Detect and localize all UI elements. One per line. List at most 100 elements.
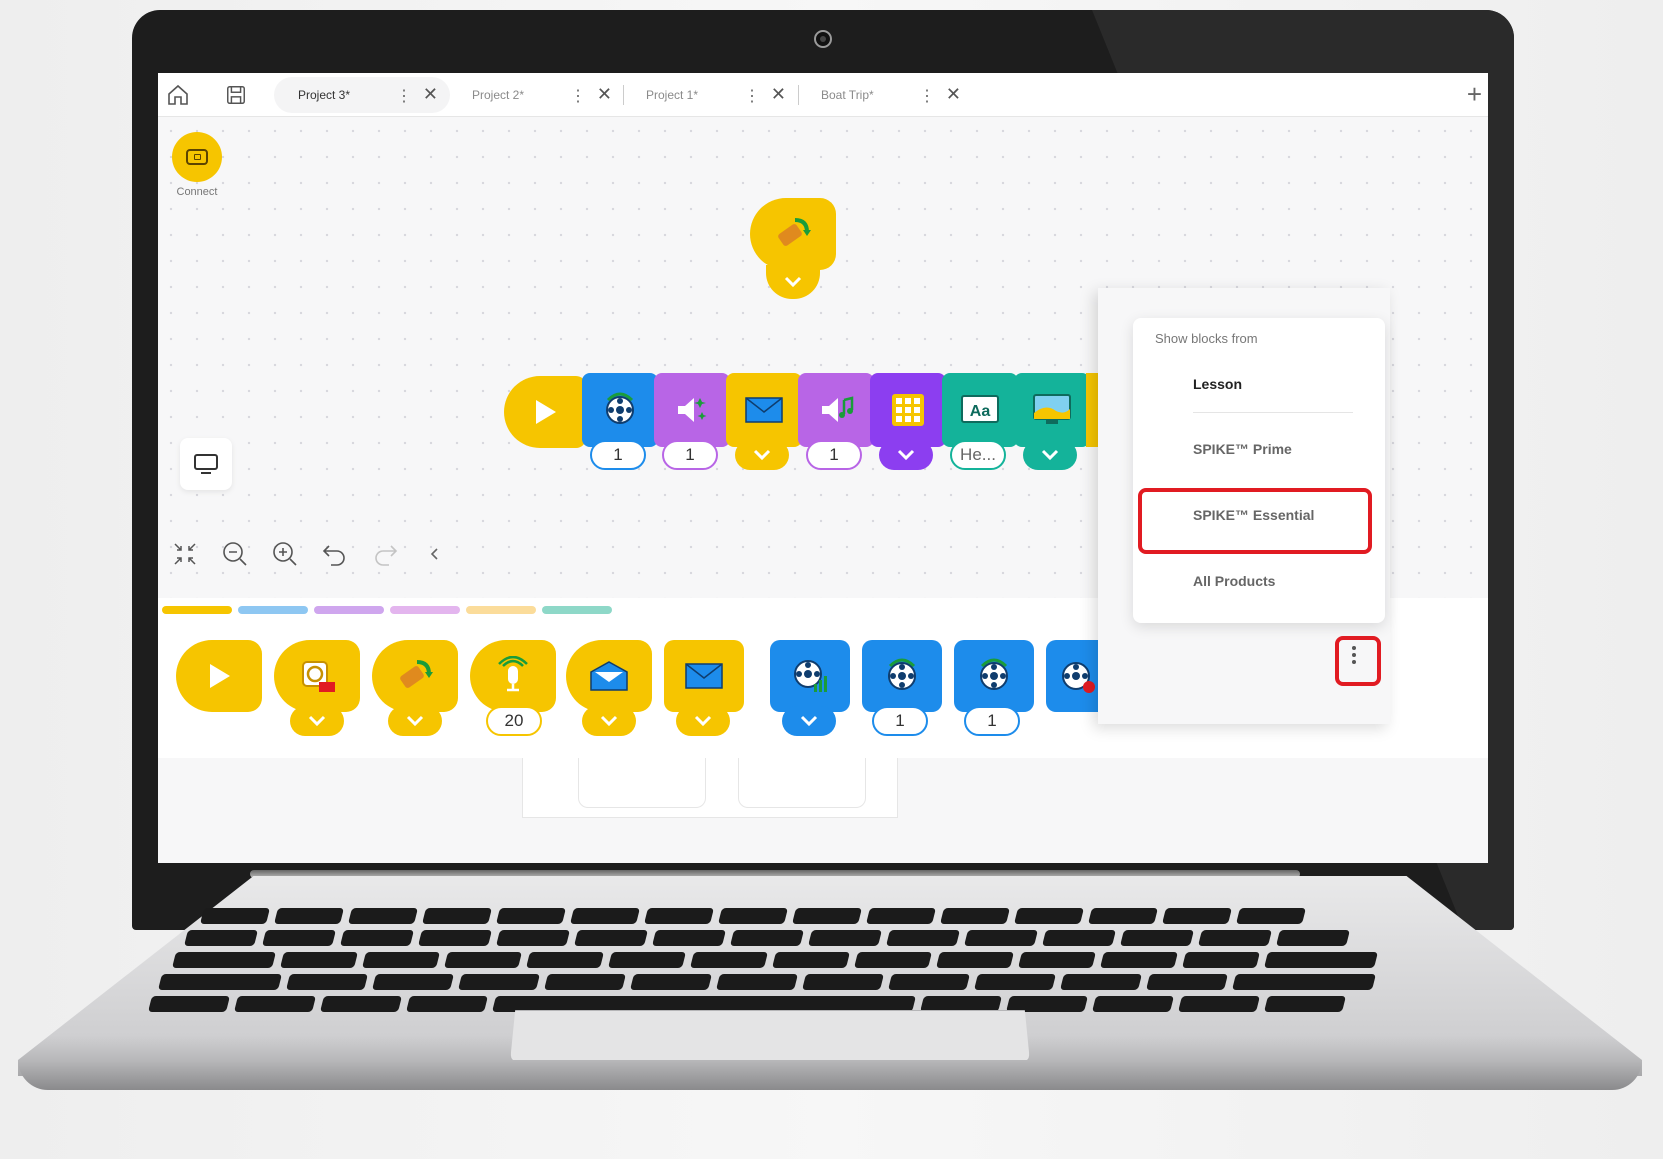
category-events[interactable]	[162, 606, 232, 614]
palette-tilt-event-block[interactable]	[372, 640, 458, 712]
loudness-input[interactable]: 20	[486, 706, 542, 736]
chevron-down-icon	[800, 715, 818, 727]
message-dropdown[interactable]	[735, 440, 789, 470]
ghost-card	[738, 758, 866, 808]
microphone-icon	[498, 656, 528, 692]
add-tab-icon[interactable]: +	[1467, 79, 1482, 110]
speaker-note-icon	[822, 396, 854, 422]
block-dropdown[interactable]	[782, 706, 836, 736]
undo-icon[interactable]	[320, 540, 350, 568]
zoom-in-icon[interactable]	[270, 540, 300, 568]
motor-speed-icon	[794, 660, 827, 692]
tab-label: Project 2*	[472, 88, 525, 102]
tilt-hub-icon	[778, 218, 811, 246]
block-dropdown[interactable]	[582, 706, 636, 736]
palette-button-event-block[interactable]	[274, 640, 360, 712]
block-dropdown[interactable]	[388, 706, 442, 736]
motor-speed-input[interactable]: 1	[590, 440, 646, 470]
category-motors[interactable]	[238, 606, 308, 614]
tab-menu-icon[interactable]: ⋮	[396, 86, 412, 106]
zoom-out-icon[interactable]	[220, 540, 250, 568]
palette-broadcast-block[interactable]	[664, 640, 744, 712]
tab-boat-trip[interactable]: Boat Trip* ⋮ ✕	[797, 77, 973, 113]
laptop-scene: Project 3* ⋮ ✕ Project 2* ⋮ ✕ Project 1*…	[0, 0, 1663, 1159]
close-icon[interactable]: ✕	[597, 84, 612, 105]
palette-receive-message-block[interactable]	[566, 640, 652, 712]
tab-menu-icon[interactable]: ⋮	[744, 86, 760, 106]
chevron-down-icon	[694, 715, 712, 727]
menu-item-all-products[interactable]: All Products	[1193, 573, 1275, 589]
palette-start-block[interactable]	[176, 640, 262, 712]
envelope-icon	[745, 397, 783, 423]
motor-ccw-icon	[888, 658, 916, 690]
motor-ccw-input[interactable]: 1	[872, 706, 928, 736]
palette-motor-speed-block[interactable]	[770, 640, 850, 712]
canvas-toolbar	[170, 538, 450, 570]
light-matrix-block[interactable]	[870, 373, 946, 447]
ghost-card	[578, 758, 706, 808]
tab-project-1[interactable]: Project 1* ⋮ ✕	[622, 77, 798, 113]
image-icon	[1033, 394, 1071, 424]
category-control[interactable]	[466, 606, 536, 614]
hub-button-icon	[302, 661, 335, 692]
collapse-chevron-icon[interactable]	[420, 546, 450, 562]
category-display[interactable]	[542, 606, 612, 614]
palette-options-panel: Show blocks from Lesson SPIKE™ Prime SPI…	[1098, 288, 1390, 724]
close-icon[interactable]: ✕	[423, 84, 438, 105]
monitor-icon	[194, 454, 218, 474]
tab-label: Boat Trip*	[821, 88, 874, 102]
palette-motor-ccw-block[interactable]	[862, 640, 942, 712]
sound-volume-input[interactable]: 1	[662, 440, 718, 470]
category-light[interactable]	[390, 606, 460, 614]
close-icon[interactable]: ✕	[771, 84, 786, 105]
play-icon	[210, 664, 230, 688]
home-icon[interactable]	[164, 81, 192, 109]
sound-block[interactable]	[654, 373, 730, 447]
menu-item-spike-prime[interactable]: SPIKE™ Prime	[1193, 441, 1292, 457]
monitor-button[interactable]	[180, 438, 232, 490]
chevron-down-icon	[406, 715, 424, 727]
app-screen: Project 3* ⋮ ✕ Project 2* ⋮ ✕ Project 1*…	[158, 73, 1488, 863]
block-dropdown[interactable]	[290, 706, 344, 736]
message-block[interactable]	[726, 373, 802, 447]
tab-menu-icon[interactable]: ⋮	[570, 86, 586, 106]
start-block[interactable]	[504, 376, 586, 448]
palette-motor-cw-block[interactable]	[954, 640, 1034, 712]
more-options-button[interactable]	[1334, 635, 1374, 675]
tab-menu-icon[interactable]: ⋮	[919, 86, 935, 106]
light-dropdown[interactable]	[879, 440, 933, 470]
palette-motor-stop-block[interactable]	[1046, 640, 1106, 712]
motor-cw-icon	[980, 658, 1008, 690]
fit-to-screen-icon[interactable]	[170, 541, 200, 567]
close-icon[interactable]: ✕	[946, 84, 961, 105]
menu-item-lesson[interactable]: Lesson	[1193, 376, 1242, 392]
display-image-block[interactable]	[1014, 373, 1090, 447]
tab-project-3[interactable]: Project 3* ⋮ ✕	[274, 77, 450, 113]
display-text-block[interactable]: Aa	[942, 373, 1018, 447]
save-icon[interactable]	[222, 81, 250, 109]
menu-title: Show blocks from	[1155, 331, 1258, 346]
keyboard	[148, 900, 1400, 1012]
sound-input[interactable]: 1	[806, 440, 862, 470]
block-dropdown[interactable]	[766, 265, 820, 299]
webcam	[814, 30, 832, 48]
tab-project-2[interactable]: Project 2* ⋮ ✕	[448, 77, 624, 113]
key-row	[184, 930, 1350, 946]
key-row	[158, 974, 1376, 990]
text-input[interactable]: He...	[950, 440, 1006, 470]
motor-stop-icon	[1062, 662, 1095, 693]
block-dropdown[interactable]	[676, 706, 730, 736]
category-sound[interactable]	[314, 606, 384, 614]
image-dropdown[interactable]	[1023, 440, 1077, 470]
connect-label: Connect	[176, 186, 218, 198]
motor-cw-input[interactable]: 1	[964, 706, 1020, 736]
chevron-down-icon	[308, 715, 326, 727]
redo-icon[interactable]	[370, 540, 400, 568]
category-bars	[162, 606, 612, 614]
tilt-hub-icon	[400, 660, 433, 688]
play-sound-block[interactable]	[798, 373, 874, 447]
palette-loudness-event-block[interactable]	[470, 640, 556, 712]
motor-block[interactable]	[582, 373, 658, 447]
connect-button[interactable]	[172, 132, 222, 182]
floating-event-block[interactable]	[750, 198, 836, 270]
